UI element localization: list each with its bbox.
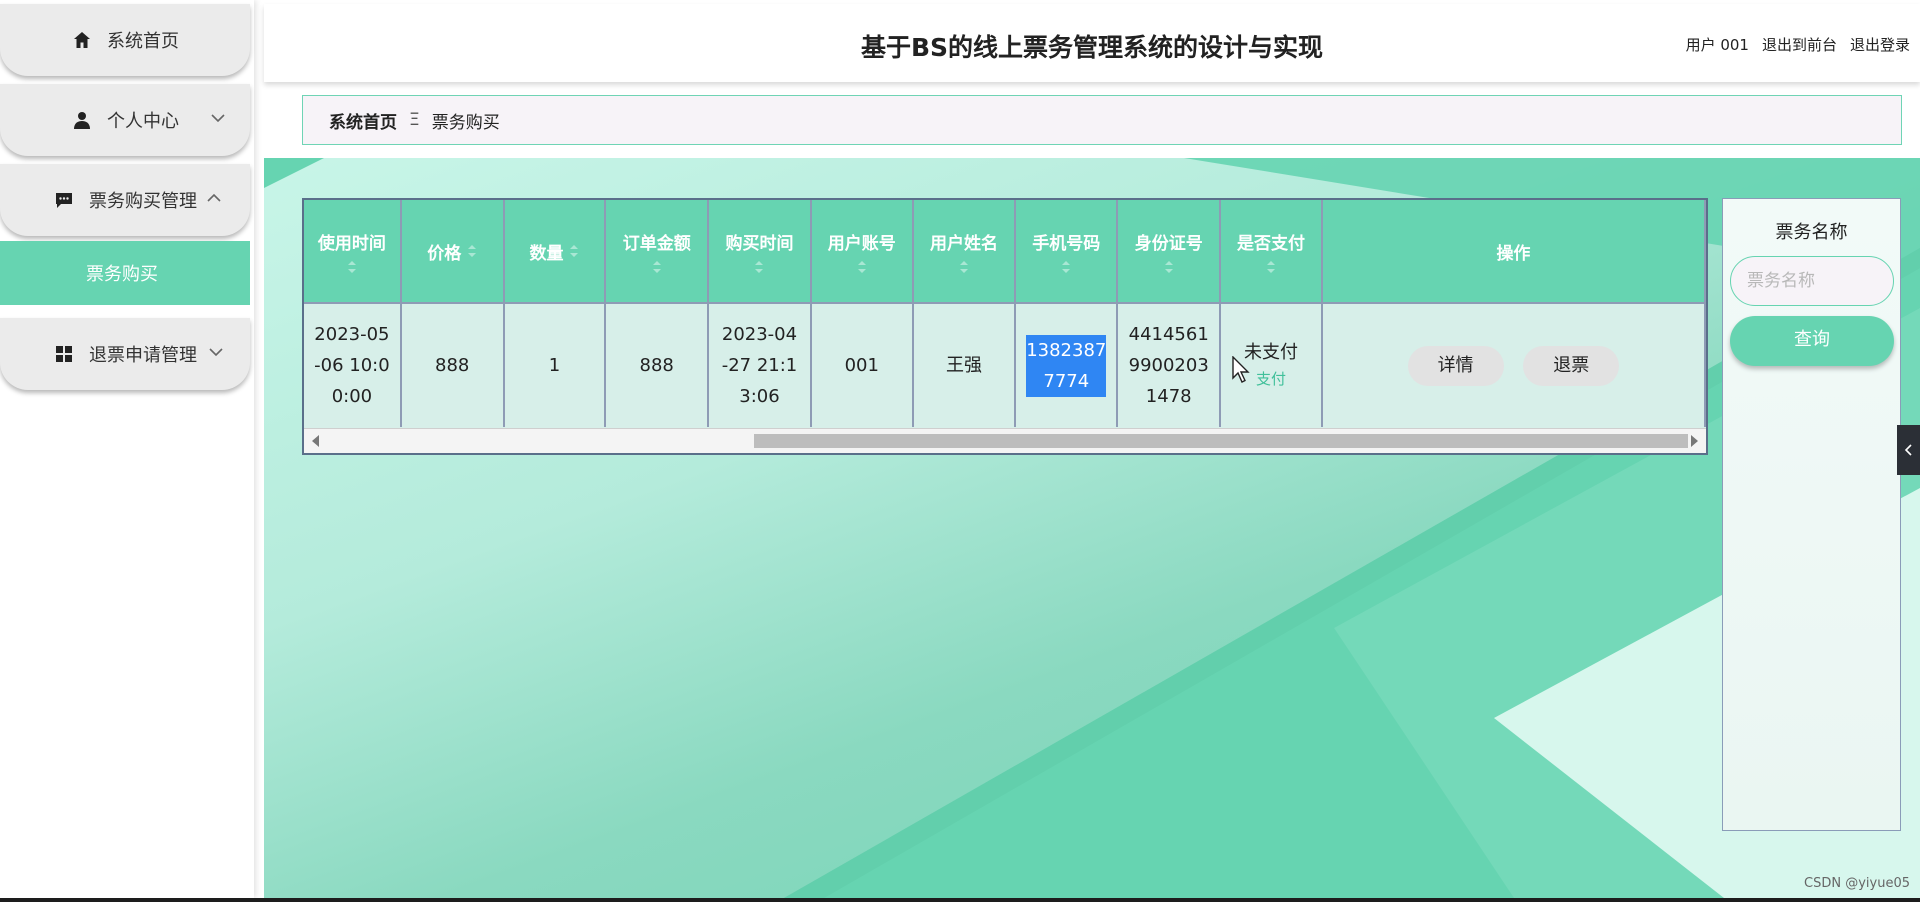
sidebar-item-personal[interactable]: 个人中心 — [0, 84, 250, 156]
sidebar-item-label: 个人中心 — [107, 111, 179, 132]
app-window: 系统首页 个人中心 票务购买管理 票务购买 退票申请管理 基于BS的线上票务管理… — [0, 0, 1920, 898]
sidebar-item-label: 票务购买管理 — [89, 191, 197, 212]
header: 基于BS的线上票务管理系统的设计与实现 用户 001 退出到前台 退出登录 — [264, 4, 1920, 82]
col-paid[interactable]: 是否支付 — [1220, 200, 1323, 303]
detail-button[interactable]: 详情 — [1407, 345, 1504, 386]
sort-icon — [347, 260, 356, 273]
user-icon — [71, 109, 93, 131]
col-order-amount[interactable]: 订单金额 — [605, 200, 710, 303]
scroll-right-icon[interactable] — [1691, 435, 1698, 447]
user-label: 用户 001 — [1685, 36, 1749, 54]
sort-icon — [652, 260, 661, 273]
search-button[interactable]: 查询 — [1730, 316, 1894, 366]
sort-icon — [755, 260, 764, 273]
table-row: 2023-05 -06 10:0 0:00 888 1 888 2023-04 -27… — [304, 302, 1707, 427]
cell-actions: 详情 退票 — [1321, 302, 1707, 427]
cell-price: 888 — [400, 302, 505, 427]
col-account[interactable]: 用户账号 — [810, 200, 914, 303]
chat-icon — [53, 189, 75, 211]
sort-icon — [1267, 260, 1276, 273]
breadcrumb-home[interactable]: 系统首页 — [329, 108, 397, 133]
sidebar-subitem-ticket-buy[interactable]: 票务购买 — [0, 241, 250, 305]
breadcrumb-current: 票务购买 — [431, 112, 500, 133]
grid-icon — [53, 343, 75, 365]
col-user-name[interactable]: 用户姓名 — [912, 200, 1017, 303]
col-use-time[interactable]: 使用时间 — [304, 200, 402, 303]
paid-status: 未支付 — [1244, 341, 1299, 363]
col-phone[interactable]: 手机号码 — [1015, 200, 1119, 303]
cell-amount: 888 — [605, 302, 710, 427]
watermark: CSDN @yiyue05 — [1804, 876, 1910, 891]
sidebar-item-label: 系统首页 — [107, 31, 179, 52]
col-quantity[interactable]: 数量 — [503, 200, 607, 303]
scroll-thumb[interactable] — [754, 434, 1688, 448]
col-id-number[interactable]: 身份证号 — [1117, 200, 1222, 303]
ticket-table: 使用时间 价格 数量 订单金额 购买时间 用户账号 用户姓名 手机号码 身份证号… — [302, 198, 1708, 455]
breadcrumb-separator: Ξ — [409, 110, 420, 130]
exit-to-front-link[interactable]: 退出到前台 — [1762, 34, 1837, 55]
chevron-down-icon — [210, 110, 226, 126]
sidebar-item-ticket-purchase[interactable]: 票务购买管理 — [0, 164, 250, 236]
scroll-left-icon[interactable] — [312, 435, 319, 447]
chevron-down-icon — [208, 344, 224, 360]
logout-link[interactable]: 退出登录 — [1850, 34, 1910, 55]
sidebar-item-home[interactable]: 系统首页 — [0, 4, 250, 76]
selected-text: 1382387 7774 — [1026, 334, 1107, 397]
ticket-name-input[interactable] — [1730, 256, 1894, 306]
cell-user-name: 王强 — [912, 302, 1017, 427]
col-actions: 操作 — [1321, 200, 1707, 303]
refund-button[interactable]: 退票 — [1523, 345, 1620, 386]
cell-quantity: 1 — [503, 302, 607, 427]
sort-icon — [959, 260, 968, 273]
collapse-tab[interactable] — [1897, 425, 1920, 475]
cell-id-number: 4414561 9900203 1478 — [1117, 302, 1222, 427]
search-panel: 票务名称 查询 — [1722, 198, 1901, 831]
sort-icon — [570, 245, 579, 257]
sort-icon — [1062, 260, 1071, 273]
search-label: 票务名称 — [1775, 222, 1848, 243]
cell-account: 001 — [810, 302, 914, 427]
sidebar-item-label: 退票申请管理 — [89, 345, 197, 366]
sidebar-item-refund[interactable]: 退票申请管理 — [0, 318, 250, 390]
header-links: 用户 001 退出到前台 退出登录 — [1686, 34, 1910, 55]
cell-phone: 1382387 7774 — [1015, 302, 1119, 427]
cell-buy-time: 2023-04 -27 21:1 3:06 — [708, 302, 812, 427]
breadcrumb: 系统首页 Ξ 票务购买 — [302, 95, 1902, 145]
chevron-up-icon — [206, 190, 222, 206]
sidebar: 系统首页 个人中心 票务购买管理 票务购买 退票申请管理 — [0, 0, 254, 898]
sort-icon — [857, 260, 866, 273]
col-buy-time[interactable]: 购买时间 — [708, 200, 812, 303]
cell-use-time: 2023-05 -06 10:0 0:00 — [304, 302, 402, 427]
page-title: 基于BS的线上票务管理系统的设计与实现 — [860, 33, 1324, 62]
col-price[interactable]: 价格 — [400, 200, 505, 303]
sort-icon — [1164, 260, 1173, 273]
horizontal-scrollbar[interactable] — [304, 428, 1706, 453]
table-header-row: 使用时间 价格 数量 订单金额 购买时间 用户账号 用户姓名 手机号码 身份证号… — [304, 200, 1707, 303]
chevron-left-icon — [1904, 444, 1912, 456]
home-icon — [71, 29, 93, 51]
sort-icon — [468, 245, 477, 257]
mouse-cursor-icon — [1232, 356, 1250, 383]
